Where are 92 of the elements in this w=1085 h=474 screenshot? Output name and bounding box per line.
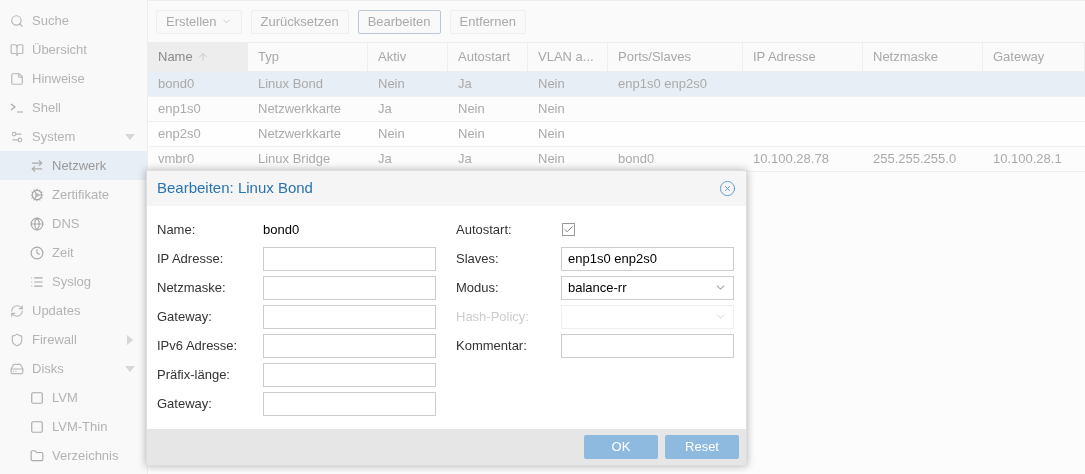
column-header[interactable]: Name (148, 43, 248, 71)
dialog-button[interactable]: Reset (665, 435, 739, 459)
table-cell-text: Ja (458, 150, 472, 169)
input-field[interactable] (561, 333, 734, 358)
sidebar-item[interactable]: Übersicht (0, 35, 147, 64)
toolbar-button[interactable]: Zurücksetzen (250, 9, 349, 34)
toolbar-button[interactable]: Entfernen (449, 9, 526, 34)
field-label: Autostart: (456, 220, 513, 239)
table-cell-text: Linux Bridge (258, 150, 331, 169)
search-icon (10, 13, 24, 28)
table-cell-text: Linux Bond (258, 75, 324, 94)
table-cell-text: Netzwerkkarte (258, 125, 342, 144)
field-label: IPv6 Adresse: (157, 336, 239, 355)
table-cell-text: Nein (378, 75, 405, 94)
square-icon (30, 419, 44, 434)
table-cell-text: 10.100.28.78 (753, 150, 829, 169)
sidebar-item[interactable]: Shell (0, 93, 147, 122)
field-label: Name: (157, 220, 197, 239)
table-cell-text: Nein (458, 100, 485, 119)
select-field[interactable]: balance-rr (561, 275, 734, 300)
note-icon (10, 71, 24, 86)
sidebar-item[interactable]: LVM (0, 383, 147, 412)
table-cell-text: 10.100.28.1 (993, 150, 1062, 169)
table-cell-text: Nein (538, 125, 565, 144)
globe-icon (30, 216, 44, 231)
table-cell-text: enp1s0 (158, 100, 201, 119)
square-icon (30, 390, 44, 405)
table-cell-text: Nein (378, 125, 405, 144)
sidebar-item[interactable]: DNS (0, 209, 147, 238)
sidebar-item[interactable]: Hinweise (0, 64, 147, 93)
table-cell-text: enp2s0 (158, 125, 201, 144)
gear-icon (30, 187, 44, 202)
menu-button[interactable]: Erstellen (156, 9, 242, 34)
field-label: Kommentar: (456, 336, 528, 355)
table-cell-text: Ja (378, 100, 392, 119)
shield-icon (10, 332, 24, 347)
checkbox[interactable] (562, 223, 575, 236)
sidebar-item[interactable]: Suche (0, 6, 147, 35)
sidebar-item[interactable]: Netzwerk (0, 151, 147, 180)
sidebar-item[interactable]: Firewall (0, 325, 147, 354)
table-cell-text: bond0 (158, 75, 195, 94)
caret-right-icon[interactable] (127, 334, 133, 345)
dialog-title: Bearbeiten: Linux Bond (157, 178, 313, 199)
caret-down-icon[interactable] (125, 365, 135, 372)
field-label: Slaves: (456, 249, 500, 268)
input-field[interactable] (263, 246, 436, 271)
field-label: Modus: (456, 278, 500, 297)
field-label: Netzmaske: (157, 278, 227, 297)
table-cell-text: Nein (538, 150, 565, 169)
toolbar-button[interactable]: Bearbeiten (357, 9, 441, 34)
arrows-icon (30, 158, 44, 173)
sidebar-item[interactable]: System (0, 122, 147, 151)
table-cell-text: Ja (458, 75, 472, 94)
field-label: IP Adresse: (157, 249, 225, 268)
table-cell-text: vmbr0 (158, 150, 195, 169)
input-field[interactable] (263, 362, 436, 387)
input-field[interactable]: enp1s0 enp2s0 (561, 246, 734, 271)
field-value: bond0 (263, 220, 300, 239)
sidebar-item[interactable]: Zeit (0, 238, 147, 267)
folder-icon (30, 448, 44, 463)
sidebar-item[interactable]: Updates (0, 296, 147, 325)
table-cell-text: Nein (538, 75, 565, 94)
sort-arrow-icon (196, 51, 209, 63)
table-row[interactable]: bond0 Linux Bond Nein Ja Nein enp1s0 enp2s0 (148, 72, 1085, 97)
dialog-button[interactable]: OK (584, 435, 658, 459)
table-cell-text: enp1s0 enp2s0 (618, 75, 707, 94)
table-cell-text: Nein (458, 125, 485, 144)
field-label: Präfix-länge: (157, 365, 231, 384)
input-field[interactable] (263, 275, 436, 300)
table-cell-text: bond0 (618, 150, 655, 169)
refresh-icon (10, 303, 24, 318)
terminal-icon (10, 102, 24, 113)
table-cell-text: 255.255.255.0 (873, 150, 957, 169)
sidebar-item[interactable]: Verzeichnis (0, 441, 147, 470)
input-field[interactable] (263, 333, 436, 358)
input-field[interactable] (263, 391, 436, 416)
sidebar-item[interactable]: Disks (0, 354, 147, 383)
list-icon (30, 274, 44, 289)
field-label: Gateway: (157, 307, 213, 326)
table-cell-text: Netzwerkkarte (258, 100, 342, 119)
sidebar-item[interactable]: LVM-Thin (0, 412, 147, 441)
caret-down-icon[interactable] (125, 133, 135, 140)
field-label: Gateway: (157, 394, 213, 413)
table-cell-text: Ja (378, 150, 392, 169)
table-cell-text: Nein (538, 100, 565, 119)
drive-icon (10, 361, 24, 376)
sidebar-item[interactable]: Zertifikate (0, 180, 147, 209)
sidebar-item[interactable]: Syslog (0, 267, 147, 296)
book-icon (10, 42, 24, 57)
input-field[interactable] (263, 304, 436, 329)
clock-icon (30, 245, 44, 260)
close-icon[interactable] (719, 180, 736, 197)
